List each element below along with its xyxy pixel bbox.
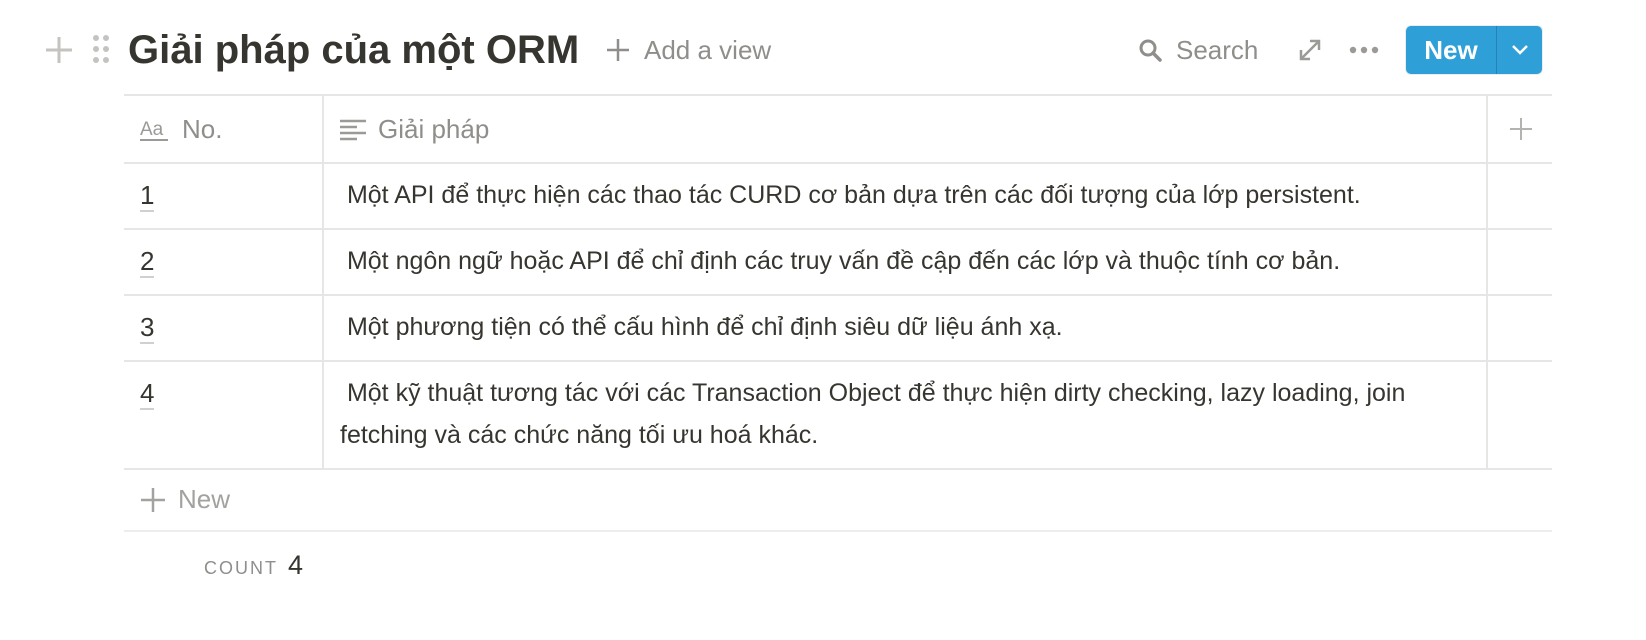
add-view-button[interactable]: Add a view <box>606 32 771 68</box>
text-property-icon <box>340 119 366 141</box>
drag-handle-icon[interactable] <box>91 33 111 65</box>
cell-solution[interactable]: Một API để thực hiện các thao tác CURD c… <box>324 164 1488 228</box>
plus-icon <box>607 39 629 61</box>
column-header-label: Giải pháp <box>378 114 490 144</box>
cell-no[interactable]: 2 <box>124 230 324 294</box>
cell-no[interactable]: 4 <box>124 362 324 468</box>
plus-icon <box>141 487 165 512</box>
table-row[interactable]: 4 Một kỹ thuật tương tác với các Transac… <box>124 362 1552 470</box>
table-row[interactable]: 2 Một ngôn ngữ hoặc API để chỉ định các … <box>124 230 1552 296</box>
column-header-solution[interactable]: Giải pháp <box>324 96 1488 162</box>
count-value: 4 <box>288 550 304 580</box>
empty-cell <box>1488 164 1552 228</box>
new-button-group: New <box>1406 26 1542 74</box>
row-solution-text[interactable]: Một phương tiện có thể cấu hình để chỉ đ… <box>340 306 1476 348</box>
add-view-label: Add a view <box>644 34 772 65</box>
empty-cell <box>1488 362 1552 468</box>
column-header-no[interactable]: Aa No. <box>124 96 324 162</box>
cell-solution[interactable]: Một kỹ thuật tương tác với các Transacti… <box>324 362 1488 468</box>
add-column-cell <box>1488 96 1552 162</box>
more-icon[interactable] <box>1348 40 1380 60</box>
row-solution-text[interactable]: Một API để thực hiện các thao tác CURD c… <box>340 174 1476 216</box>
search-icon <box>1139 39 1162 62</box>
expand-icon[interactable] <box>1296 36 1324 64</box>
new-dropdown-button[interactable] <box>1497 26 1542 74</box>
add-row-label: New <box>178 484 231 514</box>
add-row-button[interactable]: New <box>124 470 1552 532</box>
empty-cell <box>1488 230 1552 294</box>
add-column-icon[interactable] <box>1508 116 1534 142</box>
search-label: Search <box>1176 34 1259 65</box>
empty-cell <box>1488 296 1552 360</box>
row-solution-text[interactable]: Một kỹ thuật tương tác với các Transacti… <box>340 372 1476 456</box>
row-number[interactable]: 3 <box>140 312 155 344</box>
row-solution-text[interactable]: Một ngôn ngữ hoặc API để chỉ định các tr… <box>340 240 1476 282</box>
database-header: Giải pháp của một ORM Add a view Search … <box>0 0 1646 100</box>
row-number[interactable]: 1 <box>140 180 155 212</box>
table-row[interactable]: 3 Một phương tiện có thể cấu hình để chỉ… <box>124 296 1552 362</box>
cell-solution[interactable]: Một ngôn ngữ hoặc API để chỉ định các tr… <box>324 230 1488 294</box>
cell-no[interactable]: 3 <box>124 296 324 360</box>
count-label: COUNT <box>204 558 278 578</box>
row-number[interactable]: 4 <box>140 378 155 410</box>
cell-no[interactable]: 1 <box>124 164 324 228</box>
column-header-label: No. <box>182 114 223 144</box>
count-summary[interactable]: COUNT 4 <box>204 550 303 581</box>
page-title[interactable]: Giải pháp của một ORM <box>128 24 579 76</box>
table-row[interactable]: 1 Một API để thực hiện các thao tác CURD… <box>124 164 1552 230</box>
cell-solution[interactable]: Một phương tiện có thể cấu hình để chỉ đ… <box>324 296 1488 360</box>
row-number[interactable]: 2 <box>140 246 155 278</box>
title-property-icon: Aa <box>140 118 170 142</box>
search-button[interactable]: Search <box>1138 32 1258 68</box>
table-header-row: Aa No. Giải pháp <box>124 94 1552 164</box>
database-table: Aa No. Giải pháp 1 Một API để thực hiện … <box>124 94 1552 532</box>
plus-icon[interactable] <box>44 35 74 65</box>
new-button[interactable]: New <box>1406 26 1496 74</box>
svg-text:Aa: Aa <box>140 119 164 140</box>
chevron-down-icon <box>1511 45 1528 55</box>
